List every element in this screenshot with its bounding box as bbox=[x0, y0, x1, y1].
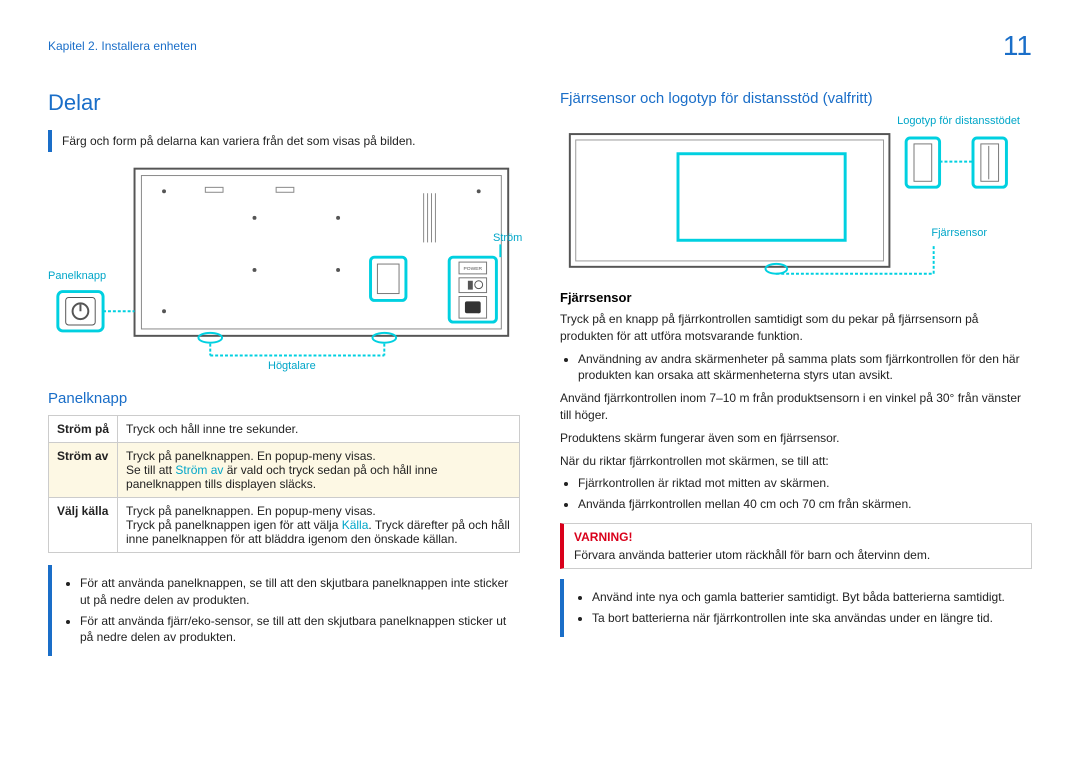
bottom-note: För att använda panelknappen, se till at… bbox=[48, 565, 520, 656]
chapter-label: Kapitel 2. Installera enheten bbox=[48, 39, 197, 53]
table-row: Välj källa Tryck på panelknappen. En pop… bbox=[49, 498, 520, 553]
sensor-bullets-2: Fjärrkontrollen är riktad mot mitten av … bbox=[560, 475, 1032, 513]
cell-power-on-desc: Tryck och håll inne tre sekunder. bbox=[118, 416, 520, 443]
label-sensor: Fjärrsensor bbox=[931, 227, 987, 239]
device-back-svg: POWER bbox=[48, 162, 520, 372]
cell-power-off-label: Ström av bbox=[49, 443, 118, 498]
panel-button-table: Ström på Tryck och håll inne tre sekunde… bbox=[48, 415, 520, 553]
remote-sensor-heading: Fjärrsensor bbox=[560, 290, 1032, 305]
intro-note: Färg och form på delarna kan variera frå… bbox=[48, 130, 520, 152]
warning-box: VARNING! Förvara använda batterier utom … bbox=[560, 523, 1032, 569]
left-column: Delar Färg och form på delarna kan varie… bbox=[48, 90, 520, 666]
panel-button-heading: Panelknapp bbox=[48, 390, 520, 407]
list-item: Använd inte nya och gamla batterier samt… bbox=[592, 589, 1032, 606]
bottom-bullets: För att använda panelknappen, se till at… bbox=[62, 575, 520, 646]
list-item: För att använda panelknappen, se till at… bbox=[80, 575, 520, 609]
label-panelknapp: Panelknapp bbox=[48, 270, 106, 282]
table-row: Ström på Tryck och håll inne tre sekunde… bbox=[49, 416, 520, 443]
txt: Tryck på panelknappen. En popup-meny vis… bbox=[126, 504, 376, 518]
sensor-p4: När du riktar fjärrkontrollen mot skärme… bbox=[560, 453, 1032, 470]
inline-term: Källa bbox=[342, 518, 369, 532]
warning-body: Förvara använda batterier utom räckhåll … bbox=[574, 548, 930, 562]
inline-term: Ström av bbox=[175, 463, 223, 477]
device-back-figure: POWER Panelknapp Hö bbox=[48, 162, 520, 372]
page-header: Kapitel 2. Installera enheten 11 bbox=[48, 30, 1032, 62]
sensor-p3: Produktens skärm fungerar även som en fj… bbox=[560, 430, 1032, 447]
txt: Se till att bbox=[126, 463, 175, 477]
battery-bullets: Använd inte nya och gamla batterier samt… bbox=[574, 589, 1032, 627]
label-logo: Logotyp för distansstödet bbox=[897, 115, 1020, 127]
label-strom: Ström bbox=[493, 232, 522, 244]
cell-select-source-desc: Tryck på panelknappen. En popup-meny vis… bbox=[118, 498, 520, 553]
list-item: För att använda fjärr/eko-sensor, se til… bbox=[80, 613, 520, 647]
svg-text:POWER: POWER bbox=[464, 266, 483, 272]
list-item: Användning av andra skärmenheter på samm… bbox=[578, 351, 1032, 385]
cell-select-source-label: Välj källa bbox=[49, 498, 118, 553]
cell-power-off-desc: Tryck på panelknappen. En popup-meny vis… bbox=[118, 443, 520, 498]
list-item: Fjärrkontrollen är riktad mot mitten av … bbox=[578, 475, 1032, 492]
content-columns: Delar Färg och form på delarna kan varie… bbox=[48, 90, 1032, 666]
sensor-p1: Tryck på en knapp på fjärrkontrollen sam… bbox=[560, 311, 1032, 345]
label-hogtalare: Högtalare bbox=[268, 360, 316, 372]
sensor-figure: Logotyp för distansstödet Fjärrsensor bbox=[560, 115, 1032, 280]
txt: Tryck på panelknappen. En popup-meny vis… bbox=[126, 449, 376, 463]
table-row: Ström av Tryck på panelknappen. En popup… bbox=[49, 443, 520, 498]
list-item: Ta bort batterierna när fjärrkontrollen … bbox=[592, 610, 1032, 627]
sensor-bullets-1: Användning av andra skärmenheter på samm… bbox=[560, 351, 1032, 385]
txt: Tryck på panelknappen igen för att välja bbox=[126, 518, 342, 532]
page-number: 11 bbox=[1003, 30, 1032, 62]
list-item: Använda fjärrkontrollen mellan 40 cm och… bbox=[578, 496, 1032, 513]
warning-title: VARNING! bbox=[574, 530, 1021, 544]
remote-sensor-logo-heading: Fjärrsensor och logotyp för distansstöd … bbox=[560, 90, 1032, 107]
sensor-p2: Använd fjärrkontrollen inom 7–10 m från … bbox=[560, 390, 1032, 424]
cell-power-on-label: Ström på bbox=[49, 416, 118, 443]
sensor-svg bbox=[560, 115, 1032, 280]
battery-note: Använd inte nya och gamla batterier samt… bbox=[560, 579, 1032, 637]
parts-heading: Delar bbox=[48, 90, 520, 116]
right-column: Fjärrsensor och logotyp för distansstöd … bbox=[560, 90, 1032, 666]
